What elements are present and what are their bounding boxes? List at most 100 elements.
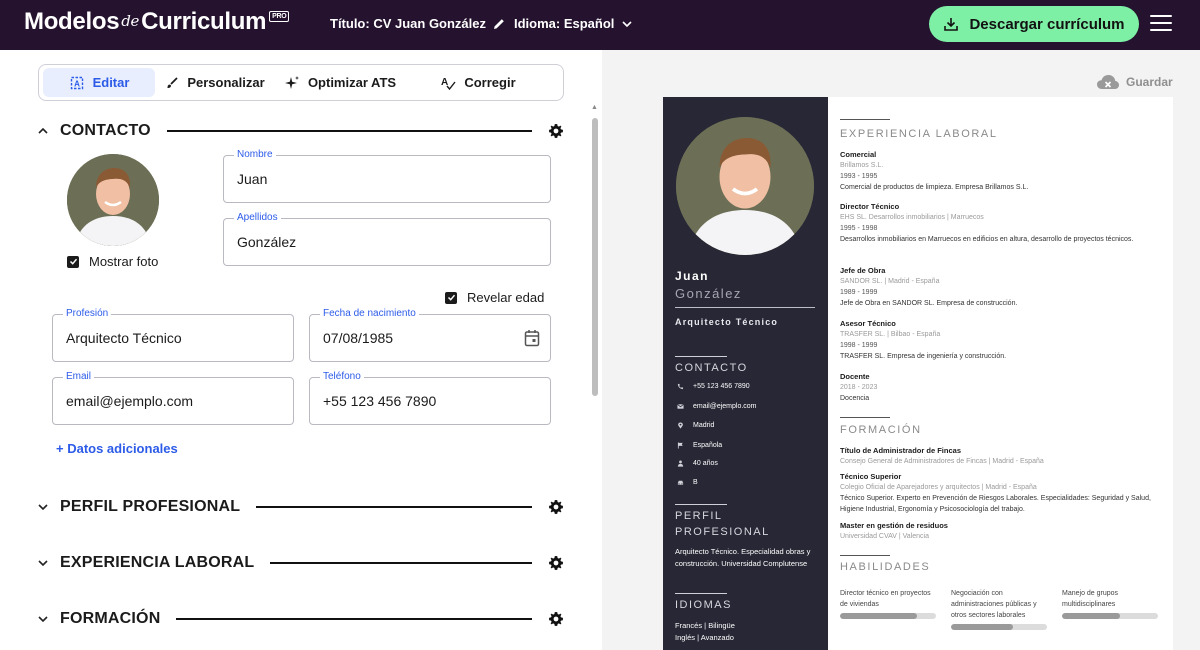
- reveal-age-label: Revelar edad: [467, 290, 545, 305]
- pencil-icon[interactable]: [492, 17, 506, 31]
- gear-icon[interactable]: [548, 499, 564, 515]
- reveal-age-checkbox[interactable]: Revelar edad: [445, 290, 544, 305]
- car-icon: [677, 480, 684, 485]
- tab-optimizar-ats[interactable]: Optimizar ATS: [275, 68, 405, 97]
- cv-job-item: Asesor Técnico TRASFER SL. | Bilbao - Es…: [840, 318, 1160, 362]
- language-selector[interactable]: Idioma: Español: [514, 16, 632, 31]
- chevron-down-icon[interactable]: [38, 616, 48, 622]
- cv-education-item: Master en gestión de residuos Universida…: [840, 520, 1160, 542]
- cv-education-title: Técnico Superior: [840, 472, 902, 481]
- profession-field-label: Profesión: [63, 308, 112, 319]
- name-field-value[interactable]: Juan: [237, 171, 267, 187]
- chevron-down-icon: [622, 20, 632, 27]
- gear-icon[interactable]: [548, 611, 564, 627]
- cv-profile-text: Arquitecto Técnico. Especialidad obras y…: [675, 547, 811, 568]
- cv-education-heading: FORMACIÓN: [840, 424, 922, 436]
- chevron-down-icon[interactable]: [38, 504, 48, 510]
- section-contacto-header[interactable]: CONTACTO: [38, 120, 564, 142]
- birthdate-field[interactable]: Fecha de nacimiento 07/08/1985: [309, 308, 551, 362]
- cv-job-title: Director Técnico: [840, 202, 900, 211]
- cv-profile-heading: PROFESIONAL: [675, 526, 770, 538]
- tab-label: Corregir: [464, 75, 516, 90]
- cv-education-place: Colegio Oficial de Aparejadores y arquit…: [840, 484, 1037, 491]
- hamburger-menu-icon[interactable]: [1149, 13, 1173, 33]
- tab-editar[interactable]: A Editar: [43, 68, 155, 97]
- tab-label: Editar: [92, 75, 130, 90]
- spellcheck-icon: A: [441, 77, 456, 90]
- download-cv-button[interactable]: Descargar currículum: [929, 6, 1139, 42]
- document-title-text: Título: CV Juan González: [330, 16, 487, 31]
- scroll-up-arrow-icon[interactable]: ▲: [591, 104, 598, 111]
- person-icon: [677, 460, 684, 467]
- section-title: FORMACIÓN: [60, 610, 161, 627]
- mail-icon: [677, 404, 684, 409]
- profession-field[interactable]: Profesión Arquitecto Técnico: [52, 308, 294, 362]
- cv-education-title: Título de Administrador de Fincas: [840, 446, 961, 455]
- checkbox-checked-icon[interactable]: [67, 255, 79, 268]
- gear-icon[interactable]: [548, 123, 564, 139]
- cv-job-company: Brillamos S.L.: [840, 162, 884, 169]
- cv-experience-rule: [840, 119, 890, 120]
- cv-language-item: Francés | Bilingüe: [675, 621, 735, 630]
- cv-job-description: Desarrollos inmobiliarios en Marruecos e…: [840, 236, 1134, 243]
- editor-scrollbar-thumb[interactable]: [592, 118, 598, 396]
- cv-job-dates: 1998 - 1999: [840, 342, 878, 349]
- brush-icon: [167, 76, 178, 88]
- pro-badge: PRO: [269, 11, 290, 22]
- cv-job-company: SANDOR SL. | Madrid - España: [840, 278, 940, 285]
- cv-education-item: Título de Administrador de Fincas Consej…: [840, 445, 1160, 467]
- document-title[interactable]: Título: CV Juan González: [330, 16, 506, 31]
- name-field[interactable]: Nombre Juan: [223, 149, 551, 203]
- cv-main-column: EXPERIENCIA LABORAL Comercial Brillamos …: [828, 97, 1173, 650]
- phone-field[interactable]: Teléfono +55 123 456 7890: [309, 371, 551, 425]
- cv-job-dates: 1989 - 1999: [840, 289, 878, 296]
- cv-job-title: Asesor Técnico: [840, 319, 896, 328]
- section-title: EXPERIENCIA LABORAL: [60, 554, 255, 571]
- cv-contact-license: B: [677, 479, 698, 486]
- chevron-up-icon[interactable]: [38, 128, 48, 134]
- section-formacion-header[interactable]: FORMACIÓN: [38, 608, 564, 630]
- cv-job-description: TRASFER SL. Empresa de ingeniería y cons…: [840, 353, 1007, 360]
- cv-contact-rule: [675, 356, 727, 357]
- section-experiencia-header[interactable]: EXPERIENCIA LABORAL: [38, 552, 564, 574]
- flag-icon: [677, 442, 683, 449]
- cv-skill-bar-fill: [1062, 613, 1120, 619]
- save-button[interactable]: Guardar: [1096, 74, 1173, 90]
- email-field-value[interactable]: email@ejemplo.com: [66, 393, 193, 409]
- editor-tabs: A Editar Personalizar Optimizar ATS A Co…: [38, 64, 564, 101]
- chevron-down-icon[interactable]: [38, 560, 48, 566]
- tab-personalizar[interactable]: Personalizar: [155, 68, 275, 97]
- cv-profile-heading: PERFIL: [675, 510, 723, 522]
- cv-photo: [676, 117, 814, 255]
- show-photo-checkbox[interactable]: Mostrar foto: [67, 254, 158, 269]
- cv-contact-age: 40 años: [677, 460, 718, 467]
- cv-job-description: Jefe de Obra en SANDOR SL. Empresa de co…: [840, 300, 1018, 307]
- profile-photo[interactable]: [67, 154, 159, 246]
- profession-field-value[interactable]: Arquitecto Técnico: [66, 330, 182, 346]
- gear-icon[interactable]: [548, 555, 564, 571]
- cv-job-item: Director Técnico EHS SL. Desarrollos inm…: [840, 201, 1160, 245]
- email-field[interactable]: Email email@ejemplo.com: [52, 371, 294, 425]
- birthdate-field-value[interactable]: 07/08/1985: [323, 330, 393, 346]
- cv-job-description: Docencia: [840, 395, 870, 402]
- tab-label: Personalizar: [187, 75, 265, 90]
- cv-profile-rule: [675, 504, 727, 505]
- name-field-label: Nombre: [234, 149, 276, 160]
- additional-data-link[interactable]: + Datos adicionales: [56, 441, 178, 456]
- tab-corregir[interactable]: A Corregir: [405, 68, 551, 97]
- surname-field-value[interactable]: González: [237, 234, 296, 250]
- cv-preview-page: Juan González Arquitecto Técnico CONTACT…: [663, 97, 1173, 650]
- sparkle-icon: [284, 75, 299, 89]
- cv-skill-bar: [1062, 613, 1158, 619]
- cv-job-title: Comercial: [840, 150, 877, 159]
- calendar-icon[interactable]: [524, 329, 540, 347]
- checkbox-checked-icon[interactable]: [445, 291, 457, 304]
- surname-field[interactable]: Apellidos González: [223, 212, 551, 266]
- section-divider: [270, 562, 532, 564]
- brand-logo[interactable]: Modelos de Curriculum PRO: [24, 8, 290, 36]
- cloud-icon: [1097, 75, 1119, 89]
- phone-field-value[interactable]: +55 123 456 7890: [323, 393, 436, 409]
- cv-job-company: TRASFER SL. | Bilbao - España: [840, 331, 941, 338]
- cv-education-place: Consejo General de Administradores de Fi…: [840, 458, 1044, 465]
- section-perfil-header[interactable]: PERFIL PROFESIONAL: [38, 496, 564, 518]
